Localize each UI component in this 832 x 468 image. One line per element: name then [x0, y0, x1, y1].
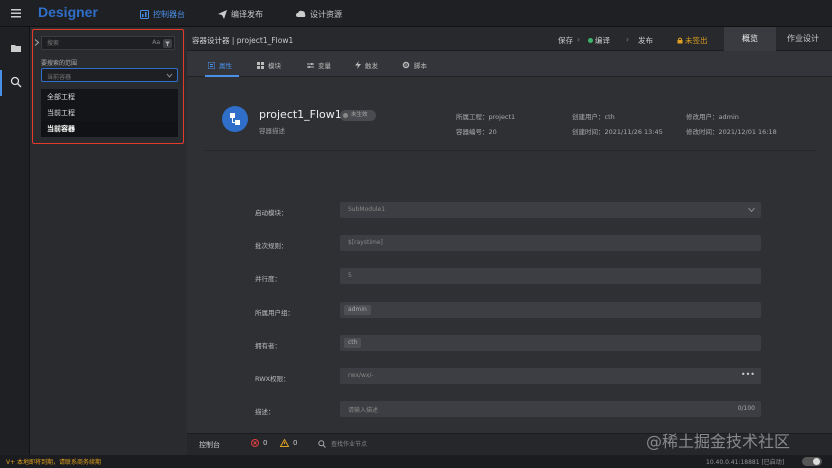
- server-status: 10.40.0.41:18881 [已启动]: [706, 459, 785, 466]
- top-bar: [0, 0, 832, 27]
- save-button[interactable]: 保存: [558, 35, 573, 46]
- container-description: 容器描述: [259, 127, 285, 135]
- owner-label: 拥有者：: [255, 342, 281, 350]
- separator-icon: ›: [626, 35, 629, 44]
- batch-rule-value: $[raystime]: [348, 239, 383, 246]
- chevron-down-icon: [748, 207, 755, 213]
- meta-modifier: 修改用户：admin: [686, 113, 739, 121]
- lock-icon: [677, 37, 683, 44]
- subtab-scripts[interactable]: 脚本: [402, 60, 427, 70]
- subtab-label: 变量: [318, 62, 331, 70]
- status-dot-icon: [588, 38, 593, 43]
- subtab-properties[interactable]: 属性: [208, 60, 232, 70]
- meta-creator: 创建用户：cth: [572, 113, 615, 121]
- error-count-value: 0: [263, 439, 268, 447]
- separator-icon: ›: [577, 35, 580, 44]
- checkout-label: 未签出: [685, 36, 708, 45]
- warning-count[interactable]: 0: [280, 439, 297, 447]
- license-warning[interactable]: V+ 本地即将到期，请联系商务续期: [6, 457, 101, 466]
- subtab-variables[interactable]: 变量: [307, 60, 331, 70]
- subtab-label: 触发: [365, 62, 378, 70]
- nav-publish[interactable]: 编译发布: [218, 8, 263, 20]
- console-tab[interactable]: 控制台: [199, 440, 220, 450]
- status-dot-icon: [343, 113, 348, 118]
- divider: [205, 150, 817, 151]
- app-logo: Designer: [38, 4, 98, 20]
- error-icon: [251, 439, 259, 447]
- description-label: 描述：: [255, 408, 275, 416]
- dashboard-icon: [140, 9, 149, 19]
- user-group-label: 所属用户组：: [255, 309, 294, 317]
- list-icon: [208, 61, 215, 69]
- parallelism-value: 5: [348, 272, 352, 279]
- cloud-icon: [296, 10, 306, 17]
- owner-tag: cth: [344, 338, 362, 348]
- active-indicator: [0, 70, 2, 96]
- user-group-field[interactable]: admin: [340, 302, 761, 318]
- watermark: @稀土掘金技术社区: [646, 432, 791, 451]
- start-module-label: 启动模块：: [255, 209, 288, 217]
- node-search[interactable]: 查找作业节点: [318, 439, 367, 448]
- warning-count-value: 0: [293, 439, 298, 447]
- rwx-field[interactable]: rwx/wx/- •••: [340, 368, 761, 384]
- activity-bar: [0, 27, 30, 455]
- subtab-label: 属性: [219, 62, 232, 70]
- batch-rule-field[interactable]: $[raystime]: [340, 235, 761, 251]
- meta-project: 所属工程：project1: [456, 113, 516, 121]
- grid-icon: [257, 61, 264, 69]
- description-field[interactable]: 请输入描述 0/100: [340, 401, 761, 417]
- nav-label: 控制器台: [153, 9, 185, 19]
- description-placeholder: 请输入描述: [348, 407, 379, 414]
- more-icon[interactable]: •••: [741, 370, 755, 379]
- folder-icon[interactable]: [10, 42, 22, 54]
- start-module-select[interactable]: SubModule1: [340, 202, 761, 218]
- menu-icon[interactable]: [10, 7, 22, 19]
- rwx-label: RWX权限：: [255, 375, 290, 383]
- search-icon: [318, 439, 326, 448]
- sliders-icon: [307, 62, 314, 68]
- search-icon[interactable]: [10, 76, 22, 88]
- nav-dashboard[interactable]: 控制器台: [140, 8, 185, 20]
- subtab-underline: [205, 75, 239, 77]
- nav-resources[interactable]: 设计资源: [296, 8, 342, 20]
- subtab-modules[interactable]: 模块: [257, 60, 281, 70]
- container-title: project1_Flow1: [259, 108, 342, 121]
- start-module-value: SubModule1: [348, 206, 386, 213]
- meta-number: 容器编号：20: [456, 128, 497, 136]
- parallelism-field[interactable]: 5: [340, 268, 761, 284]
- compile-button[interactable]: 编译: [588, 35, 610, 46]
- meta-modified: 修改时间：2021/12/01 16:18: [686, 128, 777, 136]
- lightning-icon: [355, 61, 361, 69]
- publish-button[interactable]: 发布: [638, 35, 653, 46]
- gear-icon: [402, 61, 410, 69]
- subtab-triggers[interactable]: 触发: [355, 60, 378, 70]
- description-counter: 0/100: [737, 405, 755, 412]
- send-icon: [218, 9, 227, 19]
- meta-created: 创建时间：2021/11/26 13:45: [572, 128, 663, 136]
- nav-label: 编译发布: [231, 9, 263, 19]
- error-count[interactable]: 0: [251, 439, 267, 447]
- sub-tabs: [187, 51, 832, 77]
- user-group-tag: admin: [344, 305, 371, 315]
- checkout-status[interactable]: 未签出: [677, 35, 708, 46]
- warning-icon: [280, 439, 289, 447]
- subtab-label: 脚本: [414, 62, 427, 70]
- container-icon: [222, 106, 248, 132]
- parallelism-label: 并行度：: [255, 275, 281, 283]
- compile-label: 编译: [595, 36, 610, 45]
- breadcrumb: 容器设计器 | project1_Flow1: [192, 36, 294, 45]
- node-search-placeholder: 查找作业节点: [331, 441, 368, 448]
- batch-rule-label: 批次规则：: [255, 242, 288, 250]
- subtab-label: 模块: [268, 62, 281, 70]
- tab-job-design[interactable]: 作业设计: [778, 27, 828, 51]
- highlight-box: [32, 29, 184, 144]
- owner-field[interactable]: cth: [340, 335, 761, 351]
- nav-label: 设计资源: [310, 9, 342, 19]
- toggle-switch[interactable]: [802, 457, 822, 466]
- tab-overview[interactable]: 概览: [724, 27, 776, 51]
- rwx-value: rwx/wx/-: [348, 372, 374, 379]
